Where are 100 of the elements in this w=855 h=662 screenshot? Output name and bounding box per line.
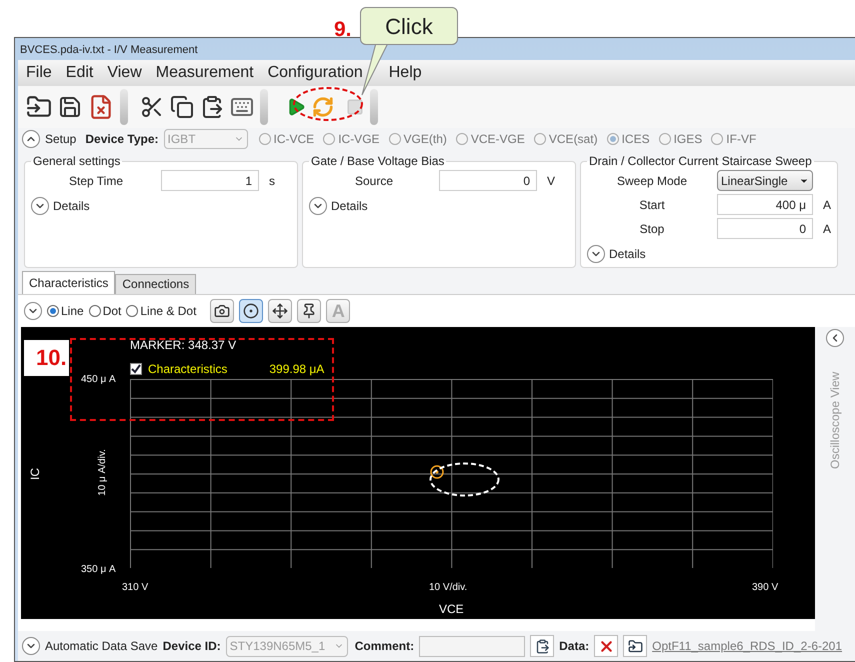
group-title: Drain / Collector Current Staircase Sweep (588, 153, 813, 170)
marker-icon (430, 465, 444, 479)
menu-item[interactable]: File (26, 61, 52, 85)
input-field[interactable]: 0 (439, 170, 537, 191)
legend-value: 399.98 μA (269, 361, 324, 378)
line-style-option[interactable]: Line & Dot (140, 302, 196, 320)
stop-icon[interactable] (346, 98, 364, 116)
clipboard-icon (534, 638, 550, 654)
radio-button[interactable] (47, 305, 59, 317)
y-axis-scale: 10 μ A/div. (96, 449, 109, 496)
radio-button[interactable] (388, 133, 401, 145)
radio-button[interactable] (606, 133, 619, 145)
keyboard-icon[interactable] (230, 95, 254, 119)
comment-label: Comment: (354, 638, 414, 655)
marker-highlight-ellipse (429, 462, 500, 497)
field-label: Stop (638, 220, 666, 238)
window-title: BVCES.pda-iv.txt - I/V Measurement (19, 43, 199, 58)
line-style-option[interactable]: Dot (102, 302, 122, 320)
x-axis-min: 310 V (122, 581, 148, 595)
toolbar-grip[interactable] (370, 89, 378, 125)
legend-label: Characteristics (148, 361, 228, 378)
unit-label: s (269, 172, 275, 190)
pin-icon (301, 303, 318, 319)
mode-option[interactable]: IGES (674, 130, 702, 148)
radio-button[interactable] (258, 133, 271, 145)
tab[interactable]: Characteristics (22, 271, 116, 294)
field-label: Source (354, 172, 394, 190)
data-file-link[interactable]: OptF11_sample6_RDS_ID_2-6-201 (652, 637, 842, 655)
pan-tool-button[interactable] (268, 299, 292, 323)
setup-label: Setup (45, 131, 76, 148)
mode-option[interactable]: VGE(th) (404, 130, 447, 148)
device-id-label: Device ID: (162, 638, 221, 655)
plot-options-toggle[interactable] (24, 302, 42, 320)
radio-button[interactable] (456, 133, 468, 145)
cut-icon[interactable] (140, 95, 164, 119)
details-label[interactable]: Details (53, 197, 90, 215)
tab[interactable]: Connections (115, 274, 196, 294)
toolbar-grip[interactable] (260, 89, 268, 125)
mode-option[interactable]: VCE-VGE (470, 130, 525, 148)
mode-option[interactable]: ICES (622, 130, 650, 148)
radio-button[interactable] (658, 133, 671, 145)
collapse-toggle[interactable] (22, 130, 40, 148)
y-axis-min: 350 μ A (81, 563, 116, 577)
details-label[interactable]: Details (331, 197, 368, 215)
input-field[interactable]: 1 (161, 170, 259, 191)
menu-item[interactable]: View (107, 61, 142, 85)
legend-checkbox[interactable] (130, 363, 142, 375)
toolbar-grip[interactable] (120, 89, 128, 125)
target-icon (243, 303, 260, 319)
details-toggle[interactable] (587, 245, 605, 263)
radio-button[interactable] (88, 305, 101, 317)
paste-icon[interactable] (200, 95, 224, 119)
pin-tool-button[interactable] (297, 299, 322, 323)
folder-button[interactable] (623, 635, 648, 657)
marker-tool-button[interactable] (239, 299, 264, 323)
details-toggle[interactable] (309, 197, 327, 215)
menu-item[interactable]: Help (388, 61, 422, 85)
comment-field[interactable] (419, 636, 526, 656)
input-field[interactable]: 400 μ (717, 194, 813, 215)
group-title: Gate / Base Voltage Bias (310, 153, 446, 170)
mode-option[interactable]: IF-VF (726, 130, 756, 148)
y-axis-max: 450 μ A (81, 373, 116, 387)
input-field[interactable]: 0 (717, 218, 813, 239)
autosave-label: Automatic Data Save (45, 638, 158, 655)
x-axis-title: VCE (439, 601, 464, 618)
open-folder-icon[interactable] (26, 94, 52, 120)
radio-button[interactable] (534, 133, 546, 145)
save-icon[interactable] (58, 95, 82, 119)
menu-item[interactable]: Measurement (156, 61, 254, 85)
camera-tool-button[interactable] (210, 299, 234, 323)
line-style-option[interactable]: Line (61, 302, 84, 320)
data-label: Data: (559, 638, 590, 655)
field-label: Sweep Mode (616, 172, 688, 190)
unit-label: A (823, 220, 832, 238)
menu-item[interactable]: Configuration (268, 61, 363, 85)
mode-option[interactable]: VCE(sat) (548, 130, 598, 148)
field-label: Step Time (68, 172, 124, 190)
sweep-mode-dropdown[interactable]: LinearSingle (717, 170, 813, 191)
highlight-ellipse (292, 86, 364, 122)
autosave-toggle[interactable] (22, 637, 40, 655)
mode-option[interactable]: IC-VGE (338, 130, 380, 148)
side-panel-toggle[interactable] (826, 329, 844, 347)
details-label[interactable]: Details (609, 245, 646, 263)
details-toggle[interactable] (31, 197, 49, 215)
field-label: Start (638, 196, 666, 214)
marker-readout: MARKER: 348.37 V (130, 337, 236, 354)
move-arrows-icon (272, 303, 288, 319)
step-number: 10. (24, 340, 69, 376)
mode-option[interactable]: IC-VCE (274, 130, 314, 148)
menu-item[interactable]: Edit (66, 61, 94, 85)
copy-icon[interactable] (170, 95, 194, 119)
radio-button[interactable] (126, 305, 138, 317)
step-number: 9. (334, 17, 352, 43)
camera-icon (214, 303, 230, 319)
radio-button[interactable] (711, 133, 724, 145)
device-type-label: Device Type: (85, 131, 159, 148)
paste-comment-button[interactable] (530, 635, 554, 657)
delete-button[interactable] (594, 635, 618, 657)
radio-button[interactable] (323, 133, 336, 145)
folder-icon (628, 638, 643, 654)
